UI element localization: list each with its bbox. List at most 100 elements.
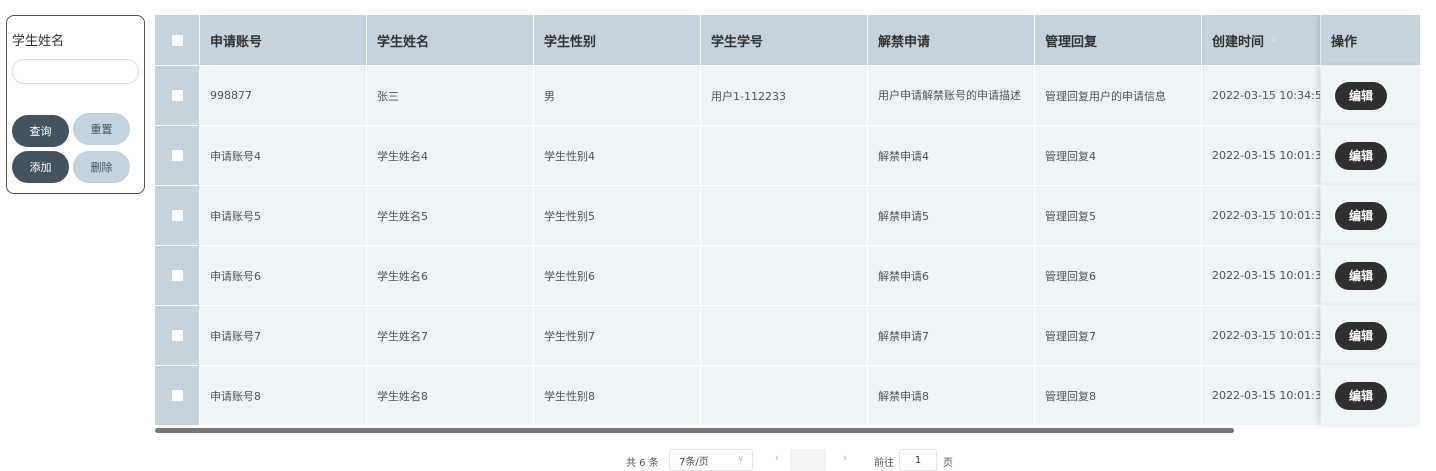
query-button[interactable]: 查询 [12, 115, 69, 147]
page-size-select[interactable]: 7条/页 ∨ [669, 449, 753, 471]
pagination: 共 6 条 7条/页 ∨ ‹ › 前往 页 [0, 448, 1436, 471]
search-panel: 学生姓名 查询 重置 添加 删除 [6, 15, 145, 194]
table-row: 998877 张三 男 用户1-112233 用户申请解禁账号的申请描述 管理回… [155, 65, 1421, 125]
row-checkbox[interactable] [171, 150, 183, 161]
select-all-checkbox-cell[interactable] [155, 15, 200, 65]
cell-actions: 编辑 [1321, 366, 1421, 425]
prev-page-icon[interactable]: ‹ [766, 451, 788, 471]
goto-page-input[interactable] [899, 449, 937, 471]
horizontal-scrollbar[interactable] [155, 428, 1421, 434]
cell-student-gender: 学生性别6 [534, 246, 701, 305]
chevron-down-icon: ∨ [737, 454, 744, 464]
cell-unban-request: 解禁申请8 [868, 366, 1035, 425]
edit-button[interactable]: 编辑 [1335, 201, 1387, 230]
row-checkbox[interactable] [171, 90, 183, 101]
cell-student-id [701, 246, 868, 305]
cell-admin-reply: 管理回复4 [1035, 126, 1202, 185]
data-table: 申请账号 学生姓名 学生性别 学生学号 解禁申请 管理回复 创建时间 ⇕ 操作 9… [155, 15, 1421, 428]
cell-created-time: 2022-03-15 10:01:30 [1202, 126, 1321, 185]
cell-student-id: 用户1-112233 [701, 66, 868, 125]
search-label: 学生姓名 [12, 34, 65, 49]
row-checkbox-cell[interactable] [155, 186, 200, 245]
page-size-value: 7条/页 [679, 456, 709, 468]
page-unit-label: 页 [943, 458, 953, 469]
table-row: 申请账号6 学生姓名6 学生性别6 解禁申请6 管理回复6 2022-03-15… [155, 245, 1421, 305]
header-unban-request: 解禁申请 [868, 15, 1035, 65]
cell-student-gender: 学生性别7 [534, 306, 701, 365]
cell-created-time: 2022-03-15 10:01:30 [1202, 306, 1321, 365]
header-created-time-label: 创建时间 [1212, 34, 1265, 50]
cell-student-name: 学生姓名6 [367, 246, 534, 305]
table-row: 申请账号5 学生姓名5 学生性别5 解禁申请5 管理回复5 2022-03-15… [155, 185, 1421, 245]
table-row: 申请账号7 学生姓名7 学生性别7 解禁申请7 管理回复7 2022-03-15… [155, 305, 1421, 365]
cell-created-time: 2022-03-15 10:01:30 [1202, 246, 1321, 305]
row-checkbox-cell[interactable] [155, 246, 200, 305]
cell-student-name: 学生姓名8 [367, 366, 534, 425]
header-student-name: 学生姓名 [367, 15, 534, 65]
cell-student-name: 学生姓名7 [367, 306, 534, 365]
row-checkbox-cell[interactable] [155, 126, 200, 185]
edit-button[interactable]: 编辑 [1335, 141, 1387, 170]
cell-actions: 编辑 [1321, 246, 1421, 305]
cell-student-id [701, 366, 868, 425]
cell-created-time: 2022-03-15 10:01:30 [1202, 366, 1321, 425]
cell-account: 申请账号8 [200, 366, 367, 425]
sort-caret-icon[interactable]: ⇕ [1270, 35, 1278, 45]
pagination-total: 共 6 条 [626, 458, 659, 469]
cell-student-gender: 男 [534, 66, 701, 125]
cell-admin-reply: 管理回复用户的申请信息 [1035, 66, 1202, 125]
cell-admin-reply: 管理回复5 [1035, 186, 1202, 245]
reset-button[interactable]: 重置 [73, 113, 130, 145]
edit-button[interactable]: 编辑 [1335, 321, 1387, 350]
row-checkbox[interactable] [171, 270, 183, 281]
cell-unban-request: 解禁申请6 [868, 246, 1035, 305]
cell-unban-request: 用户申请解禁账号的申请描述 [868, 66, 1035, 125]
header-account: 申请账号 [200, 15, 367, 65]
page-number-current[interactable] [790, 449, 826, 471]
cell-account: 申请账号5 [200, 186, 367, 245]
select-all-checkbox[interactable] [171, 34, 183, 46]
cell-student-id [701, 126, 868, 185]
header-student-id: 学生学号 [701, 15, 868, 65]
cell-unban-request: 解禁申请7 [868, 306, 1035, 365]
cell-unban-request: 解禁申请5 [868, 186, 1035, 245]
cell-account: 998877 [200, 66, 367, 125]
row-checkbox[interactable] [171, 330, 183, 341]
row-checkbox[interactable] [171, 210, 183, 221]
cell-student-id [701, 186, 868, 245]
cell-student-name: 学生姓名5 [367, 186, 534, 245]
cell-actions: 编辑 [1321, 186, 1421, 245]
next-page-icon[interactable]: › [834, 451, 856, 471]
cell-student-name: 张三 [367, 66, 534, 125]
cell-account: 申请账号4 [200, 126, 367, 185]
cell-actions: 编辑 [1321, 306, 1421, 365]
edit-button[interactable]: 编辑 [1335, 261, 1387, 290]
row-checkbox-cell[interactable] [155, 306, 200, 365]
cell-unban-request: 解禁申请4 [868, 126, 1035, 185]
row-checkbox-cell[interactable] [155, 66, 200, 125]
edit-button[interactable]: 编辑 [1335, 81, 1387, 110]
header-created-time[interactable]: 创建时间 ⇕ [1202, 15, 1321, 65]
cell-student-gender: 学生性别8 [534, 366, 701, 425]
row-checkbox[interactable] [171, 390, 183, 401]
horizontal-scrollbar-thumb[interactable] [155, 428, 1234, 433]
cell-student-gender: 学生性别4 [534, 126, 701, 185]
header-student-gender: 学生性别 [534, 15, 701, 65]
cell-student-name: 学生姓名4 [367, 126, 534, 185]
cell-actions: 编辑 [1321, 126, 1421, 185]
cell-student-gender: 学生性别5 [534, 186, 701, 245]
cell-created-time: 2022-03-15 10:01:30 [1202, 186, 1321, 245]
delete-button[interactable]: 删除 [73, 151, 130, 183]
table-row: 申请账号4 学生姓名4 学生性别4 解禁申请4 管理回复4 2022-03-15… [155, 125, 1421, 185]
header-actions: 操作 [1321, 15, 1421, 65]
cell-actions: 编辑 [1321, 66, 1421, 125]
student-name-search-input[interactable] [12, 59, 139, 84]
row-checkbox-cell[interactable] [155, 366, 200, 425]
cell-account: 申请账号6 [200, 246, 367, 305]
cell-admin-reply: 管理回复6 [1035, 246, 1202, 305]
goto-label: 前往 [874, 458, 894, 469]
edit-button[interactable]: 编辑 [1335, 381, 1387, 410]
add-button[interactable]: 添加 [12, 151, 69, 183]
table-header-row: 申请账号 学生姓名 学生性别 学生学号 解禁申请 管理回复 创建时间 ⇕ 操作 [155, 15, 1421, 65]
cell-created-time: 2022-03-15 10:34:56 [1202, 66, 1321, 125]
